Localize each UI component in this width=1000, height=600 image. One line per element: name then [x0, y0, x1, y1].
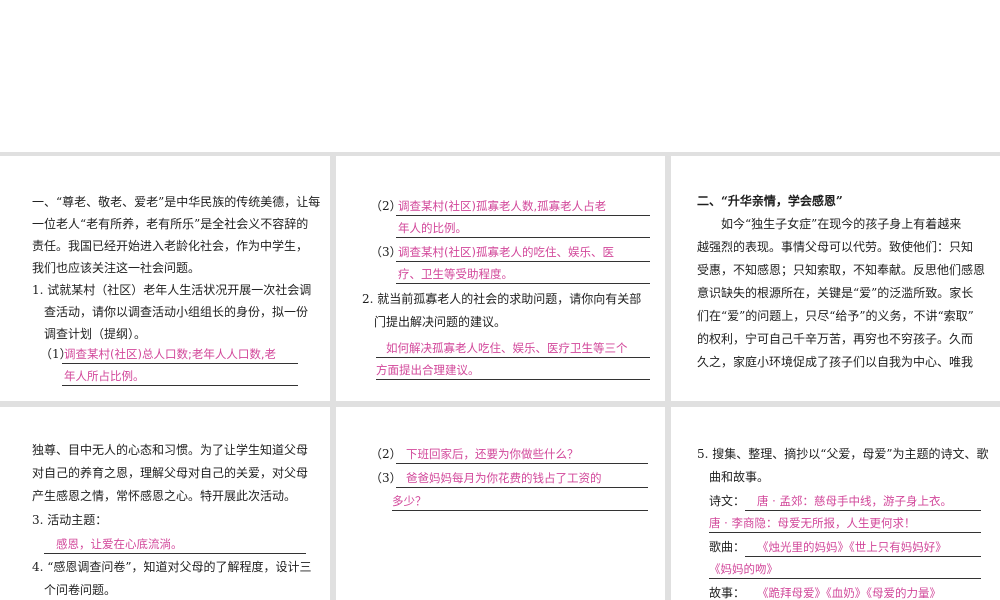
song-label: 歌曲： [709, 540, 746, 554]
question-4-line: 个问卷问题。 [44, 583, 117, 597]
item-1-answer: 调查某村(社区)总人口数;老年人人口数,老 [64, 347, 277, 361]
body-line: 们在“爱”的问题上，只尽“给予”的义务，不讲“索取” [697, 309, 974, 323]
poem-answer: 唐 · 孟郊：慈母手中线，游子身上衣。 [757, 494, 952, 508]
body-line: 产生感恩之情，常怀感恩之心。特开展此次活动。 [32, 489, 297, 503]
answer-underline [392, 510, 648, 511]
item-3-label: （3） [370, 245, 402, 259]
intro-line: 一位老人“老有所养，老有所乐”是全社会义不容辞的 [32, 217, 309, 231]
answer-underline [396, 215, 650, 216]
answer-underline [376, 357, 650, 358]
question-5-line: 曲和故事。 [709, 470, 770, 484]
question-3-answer: 感恩，让爱在心底流淌。 [56, 537, 183, 551]
story-answer: 《跪拜母爱》《血奶》《母爱的力量》 [757, 586, 941, 600]
question-2-answer: 方面提出合理建议。 [376, 363, 480, 377]
body-line: 意识缺失的根源所在，关键是“爱”的泛滥所致。家长 [697, 286, 974, 300]
answer-underline [376, 379, 650, 380]
answer-underline [44, 553, 306, 554]
answer-underline [396, 237, 650, 238]
answer-underline [745, 556, 981, 557]
answer-underline [62, 385, 298, 386]
body-line: 的权利，宁可自己千辛万苦，再穷也不穷孩子。久而 [697, 332, 974, 346]
answer-underline [396, 463, 648, 464]
item-2-answer: 下班回家后，还要为你做些什么？ [406, 447, 579, 461]
poem-label: 诗文： [709, 494, 746, 508]
section-heading: 二、“升华亲情，学会感恩” [697, 194, 843, 208]
question-5-line: 5. 搜集、整理、摘抄以“父爱，母爱”为主题的诗文、歌 [697, 447, 989, 461]
item-3-label: （3） [370, 471, 402, 485]
item-2-answer: 年人的比例。 [398, 221, 467, 235]
question-1-line: 调查计划（提纲）。 [44, 327, 147, 341]
answer-underline [709, 532, 981, 533]
item-2-answer: 调查某村(社区)孤寡老人数,孤寡老人占老 [398, 199, 607, 213]
panel-gratitude-intro: 二、“升华亲情，学会感恩” 如今“独生子女症”在现今的孩子身上有着越来 越强烈的… [671, 156, 1000, 401]
blank-top-area [0, 0, 1000, 152]
panel-activity: 独尊、目中无人的心态和习惯。为了让学生知道父母 对自己的养育之恩，理解父母对自己… [0, 407, 330, 600]
question-2-line: 门提出解决问题的建议。 [374, 315, 507, 329]
body-line: 受惠，不知感恩；只知索取，不知奉献。反思他们感恩 [697, 263, 986, 277]
answer-underline [709, 578, 981, 579]
question-1-line: 1. 试就某村（社区）老年人生活状况开展一次社会调 [32, 283, 312, 297]
item-3-answer: 疗、卫生等受助程度。 [398, 267, 513, 281]
intro-line: 一、“尊老、敬老、爱老”是中华民族的传统美德，让每 [32, 195, 321, 209]
poem-answer: 唐 · 李商隐：母爱无所报，人生更何求！ [709, 516, 916, 530]
panel-questionnaire: （2） 下班回家后，还要为你做些什么？ （3） 爸爸妈妈每月为你花费的钱占了工资… [336, 407, 665, 600]
answer-underline [396, 487, 648, 488]
answer-underline [396, 261, 650, 262]
answer-underline [62, 363, 298, 364]
intro-line: 责任。我国已经开始进入老龄化社会，作为中学生， [32, 239, 309, 253]
question-4-line: 4. “感恩调查问卷”，知道对父母的了解程度，设计三 [32, 560, 312, 574]
song-answer: 《妈妈的吻》 [709, 562, 778, 576]
body-line: 久之，家庭小环境促成了孩子们以自我为中心、唯我 [697, 355, 974, 369]
body-line: 独尊、目中无人的心态和习惯。为了让学生知道父母 [32, 443, 309, 457]
item-3-answer: 调查某村(社区)孤寡老人的吃住、娱乐、医 [398, 245, 614, 259]
intro-line: 我们也应该关注这一社会问题。 [32, 261, 201, 275]
body-line: 越强烈的表现。事情父母可以代劳。致使他们：只知 [697, 240, 974, 254]
question-2-answer: 如何解决孤寡老人吃住、娱乐、医疗卫生等三个 [386, 341, 628, 355]
question-2-line: 2. 就当前孤寡老人的社会的求助问题，请你向有关部 [362, 292, 642, 306]
answer-underline [396, 283, 650, 284]
item-3-answer: 爸爸妈妈每月为你花费的钱占了工资的 [406, 471, 602, 485]
song-answer: 《烛光里的妈妈》《世上只有妈妈好》 [757, 540, 947, 554]
story-label: 故事： [709, 586, 746, 600]
body-line: 如今“独生子女症”在现今的孩子身上有着越来 [721, 217, 962, 231]
answer-underline [745, 510, 981, 511]
panel-survey-items: （2） 调查某村(社区)孤寡老人数,孤寡老人占老 年人的比例。 （3） 调查某村… [336, 156, 665, 401]
item-2-label: （2） [370, 447, 402, 461]
item-2-label: （2） [370, 199, 402, 213]
question-1-line: 查活动，请你以调查活动小组组长的身份，拟一份 [44, 305, 309, 319]
question-3: 3. 活动主题： [32, 513, 108, 527]
body-line: 对自己的养育之恩，理解父母对自己的关爱，对父母 [32, 466, 309, 480]
item-1-answer: 年人所占比例。 [64, 369, 145, 383]
panel-survey-intro: 一、“尊老、敬老、爱老”是中华民族的传统美德，让每 一位老人“老有所养，老有所乐… [0, 156, 330, 401]
panel-collection: 5. 搜集、整理、摘抄以“父爱，母爱”为主题的诗文、歌 曲和故事。 诗文： 唐 … [671, 407, 1000, 600]
item-3-answer: 多少？ [392, 494, 427, 508]
